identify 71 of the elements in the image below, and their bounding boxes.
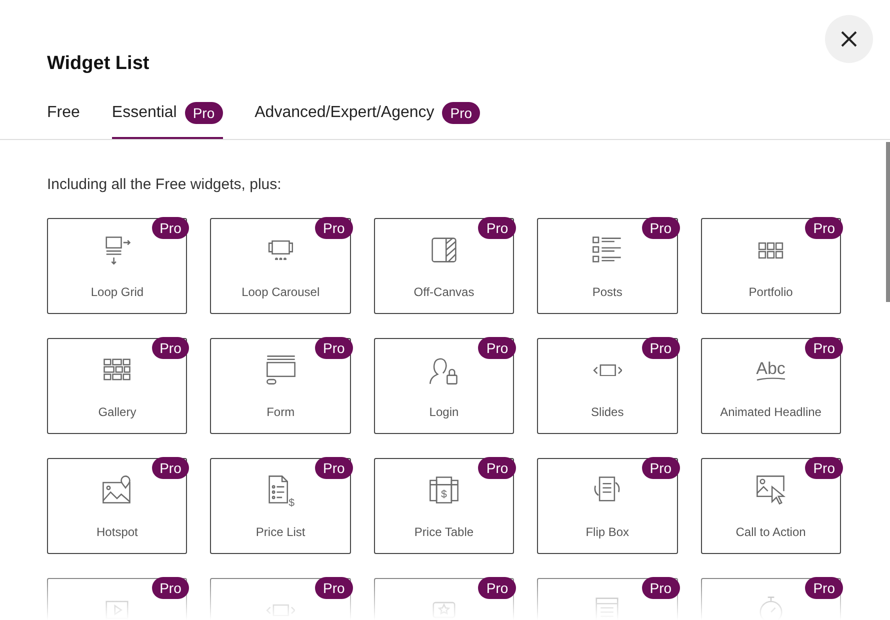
widget-label: Posts [592,284,622,301]
pro-badge: Pro [478,457,516,479]
widget-card[interactable]: Pro [210,578,351,620]
widget-card[interactable]: Pro Flip Box [537,458,678,554]
pro-badge: Pro [152,457,190,479]
widget-label: Login [429,404,459,421]
pro-badge: Pro [315,577,353,599]
widget-card[interactable]: Pro Portfolio [700,218,841,314]
widget-label: Loop Grid [90,284,144,301]
widget-label: Flip Box [586,524,630,541]
pro-badge: Pro [315,337,353,359]
slides-icon [592,364,622,376]
tab[interactable]: Essential Pro [112,100,223,138]
pro-badge: Pro [642,217,680,239]
widget-card[interactable]: Pro Slides [537,338,678,434]
widget-label: Hotspot [96,524,138,541]
close-button[interactable] [825,15,873,63]
widget-card[interactable]: Pro [537,578,678,620]
pro-badge: Pro [315,457,353,479]
grid-icon [758,242,784,258]
widget-card[interactable]: Pro Call to Action [700,458,841,554]
widget-label: Slides [591,404,624,421]
dialog-title: Widget List [47,52,150,76]
widget-card[interactable]: Pro Off-Canvas [374,218,514,314]
pro-badge: Pro [805,577,843,599]
pro-badge: Pro [642,577,680,599]
widget-card[interactable]: Pro Hotspot [47,458,188,554]
pro-badge: Pro [478,337,516,359]
widget-label: Gallery [98,404,136,421]
widget-card[interactable]: Pro $ Price List [210,458,351,554]
widget-label: Call to Action [736,524,806,541]
widget-label: Form [266,404,295,421]
pro-badge: Pro [152,337,190,359]
tab[interactable]: Advanced/Expert/Agency Pro [254,100,480,138]
slides-icon [266,604,296,616]
widget-label: Off-Canvas [414,284,474,301]
widget-card[interactable]: Pro [47,578,188,620]
widget-card[interactable]: Pro Posts [537,218,678,314]
widget-card[interactable]: Pro Gallery [47,338,188,434]
widget-label: Animated Headline [720,404,822,421]
widget-label: Loop Carousel [242,284,320,301]
widget-card[interactable]: Pro Login [374,338,514,434]
intro-text: Including all the Free widgets, plus: [47,174,282,194]
pro-badge: Pro [442,102,480,124]
pro-badge: Pro [642,457,680,479]
image-cursor-icon [754,473,788,507]
pro-badge: Pro [184,102,223,124]
pro-badge: Pro [478,577,516,599]
carousel-icon [268,240,294,260]
widget-label: Price Table [414,524,474,541]
widget-label: Price List [256,524,306,541]
widget-label: Portfolio [748,284,793,301]
widget-card[interactable]: Pro [700,578,841,620]
tab[interactable]: Free [47,100,80,138]
widget-card[interactable]: Pro Abc Animated Headline [700,338,841,434]
pro-badge: Pro [805,337,843,359]
pro-badge: Pro [315,217,353,239]
pro-badge: Pro [642,337,680,359]
scrollbar-thumb[interactable] [886,142,890,302]
widget-card[interactable]: Pro Loop Grid [47,218,188,314]
widget-card[interactable]: Pro Form [210,338,351,434]
pro-badge: Pro [805,217,843,239]
widget-card[interactable]: Pro $ Price Table [374,458,514,554]
form-icon [264,353,298,387]
pro-badge: Pro [152,217,190,239]
pro-badge: Pro [152,577,190,599]
pro-badge: Pro [805,457,843,479]
close-icon [840,30,858,48]
pro-badge: Pro [478,217,516,239]
widget-card[interactable]: Pro Loop Carousel [210,218,351,314]
widget-card[interactable]: Pro [374,578,514,620]
